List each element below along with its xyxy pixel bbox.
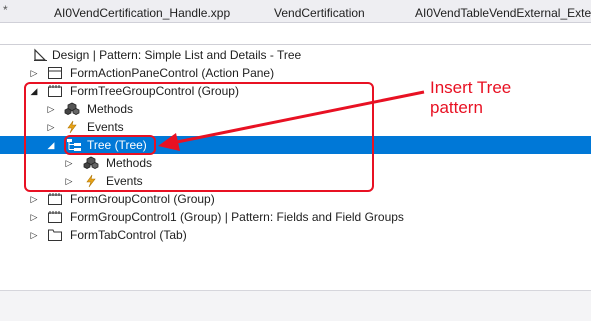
tree-item-design[interactable]: Design | Pattern: Simple List and Detail…	[0, 46, 591, 64]
annotation-line-1: Insert Tree	[430, 78, 512, 97]
tab-icon	[47, 228, 63, 242]
expand-arrow-icon[interactable]: ▷	[28, 190, 40, 208]
expand-arrow-icon[interactable]: ▷	[28, 208, 40, 226]
tree-item-label: FormGroupControl1 (Group) | Pattern: Fie…	[70, 210, 404, 224]
tree-item-group-control[interactable]: ▷ FormGroupControl (Group)	[0, 190, 591, 208]
tab-ai0vendcertification-handle[interactable]: AI0VendCertification_Handle.xpp	[54, 4, 230, 22]
expand-arrow-icon[interactable]: ▷	[28, 64, 40, 82]
annotation-callout-text: Insert Tree pattern	[430, 78, 570, 118]
expand-arrow-icon[interactable]: ▷	[28, 226, 40, 244]
document-tab-strip: * AI0VendCertification_Handle.xpp VendCe…	[0, 0, 591, 23]
design-icon	[33, 48, 49, 62]
tree-item-label: FormTabControl (Tab)	[70, 228, 187, 242]
tree-item-group-control-1[interactable]: ▷ FormGroupControl1 (Group) | Pattern: F…	[0, 208, 591, 226]
tree-item-tab-control[interactable]: ▷ FormTabControl (Tab)	[0, 226, 591, 244]
tree-item-label: FormGroupControl (Group)	[70, 192, 215, 206]
editor-toolbar-area	[0, 23, 591, 45]
tab-modified-marker: *	[3, 3, 8, 17]
tree-item-label: Design | Pattern: Simple List and Detail…	[52, 48, 302, 62]
group-icon	[47, 192, 63, 206]
tab-vendcertification[interactable]: VendCertification	[274, 4, 365, 22]
annotation-line-2: pattern	[430, 98, 483, 117]
action-pane-icon	[47, 66, 63, 80]
annotation-tree-highlight-box	[64, 135, 156, 155]
tab-ai0vendtablevendexternal[interactable]: AI0VendTableVendExternal_Extens	[415, 4, 591, 22]
status-area	[0, 291, 591, 321]
group-icon	[47, 210, 63, 224]
tree-item-label: FormActionPaneControl (Action Pane)	[70, 66, 275, 80]
